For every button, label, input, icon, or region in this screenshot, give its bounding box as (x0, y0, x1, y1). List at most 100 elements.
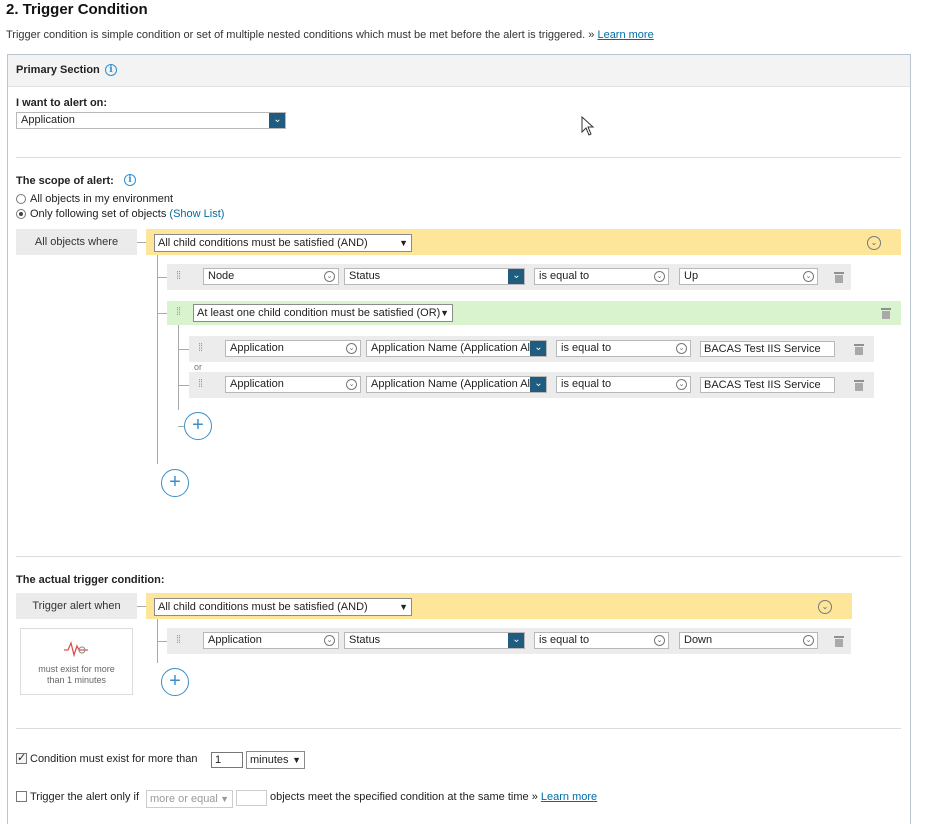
or-condition-value-input[interactable]: BACAS Test IIS Service (700, 377, 835, 393)
trigger-when-label: Trigger alert when (16, 593, 137, 619)
description-text: Trigger condition is simple condition or… (6, 29, 595, 41)
chevron-down-icon: ▼ (399, 602, 408, 612)
trash-icon[interactable] (854, 344, 864, 355)
tree-line (157, 641, 167, 642)
or-condition-object-select[interactable]: Application ⌄ (225, 376, 361, 393)
chevron-down-icon: ⌄ (346, 379, 357, 390)
scope-following-label: Only following set of objects (Show List… (30, 208, 224, 220)
primary-section-panel (7, 54, 911, 824)
drag-handle-icon[interactable]: ⁞⁞ (198, 342, 203, 354)
show-list-link[interactable]: (Show List) (169, 208, 224, 220)
or-condition-object-value: Application (230, 378, 284, 390)
scope-all-radio[interactable] (16, 194, 26, 204)
chevron-down-circle-icon[interactable]: ⌄ (867, 236, 881, 250)
condition-field-value: Status (349, 270, 381, 282)
trigger-only-checkbox[interactable] (16, 791, 27, 802)
chevron-down-icon: ⌄ (346, 343, 357, 354)
minutes-unit-select[interactable]: minutes ▼ (246, 751, 305, 769)
pulse-icon (64, 640, 88, 658)
tree-line (157, 313, 167, 314)
trigger-field-value: Status (349, 634, 381, 646)
chevron-down-circle-icon[interactable]: ⌄ (818, 600, 832, 614)
or-condition-operator-select[interactable]: is equal to ⌄ (556, 376, 691, 393)
all-objects-where-label: All objects where (16, 229, 137, 255)
or-condition-value-input[interactable]: BACAS Test IIS Service (700, 341, 835, 357)
trigger-group-operator-select[interactable]: All child conditions must be satisfied (… (154, 598, 412, 616)
condition-field-select[interactable]: Status ⌄ (344, 268, 525, 285)
alert-on-value: Application (21, 114, 75, 126)
and-group-operator-value: All child conditions must be satisfied (… (158, 237, 368, 249)
divider (16, 157, 901, 158)
scope-label: The scope of alert: (16, 175, 114, 187)
connector (137, 606, 146, 607)
trash-icon[interactable] (834, 272, 844, 283)
tree-line (157, 255, 158, 464)
chevron-down-icon: ⌄ (654, 271, 665, 282)
mouse-cursor-icon (581, 116, 595, 136)
info-icon[interactable]: i (124, 174, 136, 186)
or-condition-operator-select[interactable]: is equal to ⌄ (556, 340, 691, 357)
tree-line (178, 325, 179, 410)
or-condition-operator-value: is equal to (561, 378, 612, 390)
trash-icon[interactable] (881, 308, 891, 319)
trigger-object-value: Application (208, 634, 262, 646)
minutes-input[interactable]: 1 (211, 752, 243, 768)
drag-handle-icon[interactable]: ⁞⁞ (198, 378, 203, 390)
info-icon[interactable]: i (105, 64, 117, 76)
trash-icon[interactable] (834, 636, 844, 647)
add-or-condition-button[interactable]: + (184, 412, 212, 440)
condition-value-select[interactable]: Up ⌄ (679, 268, 818, 285)
or-condition-object-select[interactable]: Application ⌄ (225, 340, 361, 357)
primary-section-title: Primary Section (16, 64, 100, 76)
trigger-object-select[interactable]: Application ⌄ (203, 632, 339, 649)
trash-icon[interactable] (854, 380, 864, 391)
add-condition-button[interactable]: + (161, 469, 189, 497)
tree-line (157, 277, 167, 278)
more-or-equal-select[interactable]: more or equal ▼ (146, 790, 233, 808)
divider (16, 556, 901, 557)
section-description: Trigger condition is simple condition or… (6, 29, 654, 41)
chevron-down-icon: ⌄ (324, 271, 335, 282)
add-trigger-condition-button[interactable]: + (161, 668, 189, 696)
chevron-down-icon: ▼ (292, 755, 301, 765)
connector (137, 242, 146, 243)
scope-following-text: Only following set of objects (30, 208, 167, 220)
drag-handle-icon[interactable]: ⁞⁞ (176, 306, 181, 318)
or-group-operator-select[interactable]: At least one child condition must be sat… (193, 304, 453, 322)
drag-handle-icon[interactable]: ⁞⁞ (176, 270, 181, 282)
condition-exist-label: Condition must exist for more than (30, 753, 198, 765)
condition-exist-checkbox[interactable] (16, 751, 27, 764)
trigger-group-operator-value: All child conditions must be satisfied (… (158, 601, 368, 613)
learn-more-link[interactable]: Learn more (541, 791, 597, 803)
chevron-down-icon: ⌄ (530, 341, 546, 356)
or-condition-field-select[interactable]: Application Name (Application Al ⌄ (366, 340, 547, 357)
trigger-only-label: Trigger the alert only if (30, 791, 140, 803)
alert-on-select[interactable]: Application ⌄ (16, 112, 286, 129)
chevron-down-icon: ⌄ (654, 635, 665, 646)
scope-following-radio[interactable] (16, 209, 26, 219)
trigger-field-select[interactable]: Status ⌄ (344, 632, 525, 649)
chevron-down-icon: ⌄ (803, 271, 814, 282)
trigger-operator-select[interactable]: is equal to ⌄ (534, 632, 669, 649)
and-group-operator-select[interactable]: All child conditions must be satisfied (… (154, 234, 412, 252)
or-group-operator-value: At least one child condition must be sat… (197, 307, 441, 319)
chevron-down-icon: ▼ (220, 794, 229, 804)
tree-line (178, 385, 189, 386)
primary-section-header (8, 55, 910, 87)
chevron-down-icon: ⌄ (324, 635, 335, 646)
trigger-value-select[interactable]: Down ⌄ (679, 632, 818, 649)
learn-more-link[interactable]: Learn more (597, 29, 653, 41)
drag-handle-icon[interactable]: ⁞⁞ (176, 634, 181, 646)
section-title: 2. Trigger Condition (6, 1, 148, 18)
objects-count-input[interactable] (236, 790, 267, 806)
or-condition-field-value: Application Name (Application Al (371, 342, 530, 354)
or-condition-operator-value: is equal to (561, 342, 612, 354)
or-condition-field-select[interactable]: Application Name (Application Al ⌄ (366, 376, 547, 393)
or-condition-field-value: Application Name (Application Al (371, 378, 530, 390)
chevron-down-icon: ⌄ (508, 633, 524, 648)
condition-operator-select[interactable]: is equal to ⌄ (534, 268, 669, 285)
or-condition-object-value: Application (230, 342, 284, 354)
scope-all-label: All objects in my environment (30, 193, 174, 205)
condition-object-select[interactable]: Node ⌄ (203, 268, 339, 285)
alert-on-label: I want to alert on: (16, 97, 108, 109)
